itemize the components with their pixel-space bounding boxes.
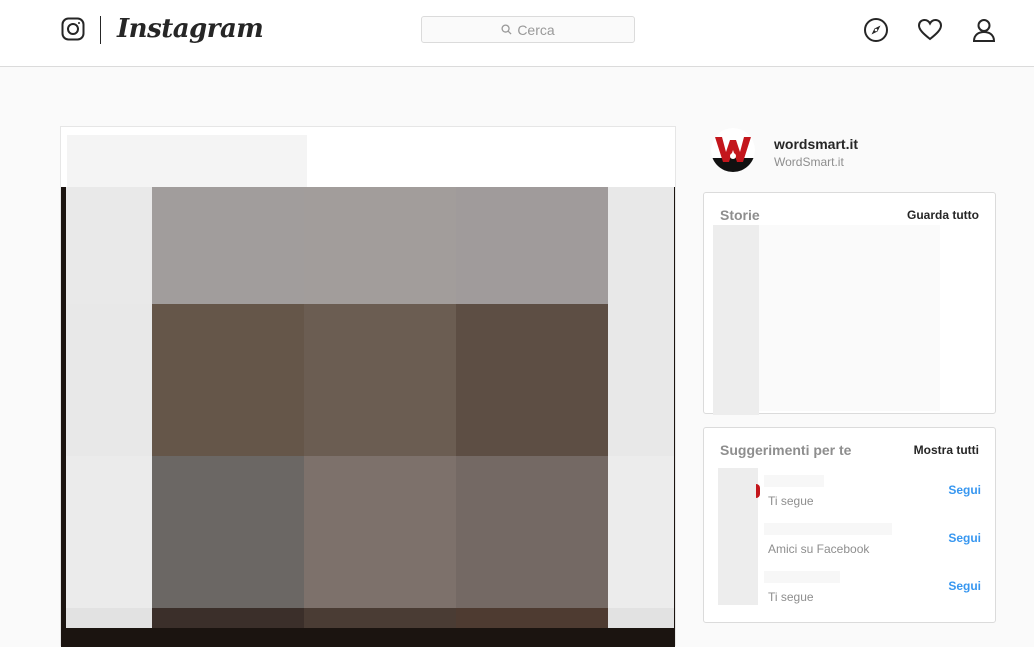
profile-username[interactable]: wordsmart.it bbox=[774, 136, 858, 152]
follow-button[interactable]: Segui bbox=[948, 483, 981, 497]
stories-title: Storie bbox=[720, 207, 760, 223]
suggestion-row: Amici su Facebook Segui bbox=[704, 523, 997, 571]
suggestion-name-placeholder[interactable] bbox=[764, 475, 824, 487]
follow-button[interactable]: Segui bbox=[948, 579, 981, 593]
suggestion-subtitle: Ti segue bbox=[768, 494, 814, 508]
follow-button[interactable]: Segui bbox=[948, 531, 981, 545]
stories-list[interactable] bbox=[759, 225, 940, 411]
suggestion-subtitle: Ti segue bbox=[768, 590, 814, 604]
search-placeholder: Cerca bbox=[517, 21, 555, 38]
suggestion-row: Ti segue Segui bbox=[704, 475, 997, 523]
top-navigation-bar: Instagram Cerca bbox=[0, 0, 1034, 67]
profile-full-name: WordSmart.it bbox=[774, 155, 844, 169]
suggestions-card: Suggerimenti per te Mostra tutti Ti segu… bbox=[703, 427, 996, 623]
logo-divider bbox=[100, 16, 101, 44]
post-image[interactable] bbox=[61, 187, 675, 647]
search-icon bbox=[501, 22, 512, 38]
instagram-glyph-icon[interactable] bbox=[61, 17, 85, 41]
suggestion-subtitle: Amici su Facebook bbox=[768, 542, 870, 556]
heart-icon[interactable] bbox=[917, 17, 943, 43]
suggestion-name-placeholder[interactable] bbox=[764, 571, 840, 583]
suggestions-title: Suggerimenti per te bbox=[720, 442, 852, 458]
suggestion-name-placeholder[interactable] bbox=[764, 523, 892, 535]
profile-avatar[interactable] bbox=[711, 128, 755, 172]
instagram-wordmark[interactable]: Instagram bbox=[117, 14, 264, 44]
stories-card: Storie Guarda tutto bbox=[703, 192, 996, 415]
search-box[interactable]: Cerca bbox=[421, 16, 635, 43]
feed-post bbox=[60, 126, 676, 647]
suggestion-row: Ti segue Segui bbox=[704, 571, 997, 619]
user-icon[interactable] bbox=[971, 17, 997, 43]
post-header-placeholder bbox=[67, 135, 307, 187]
suggestions-see-all-link[interactable]: Mostra tutti bbox=[914, 443, 979, 457]
compass-icon[interactable] bbox=[863, 17, 889, 43]
stories-placeholder bbox=[713, 225, 759, 415]
stories-see-all-link[interactable]: Guarda tutto bbox=[907, 208, 979, 222]
